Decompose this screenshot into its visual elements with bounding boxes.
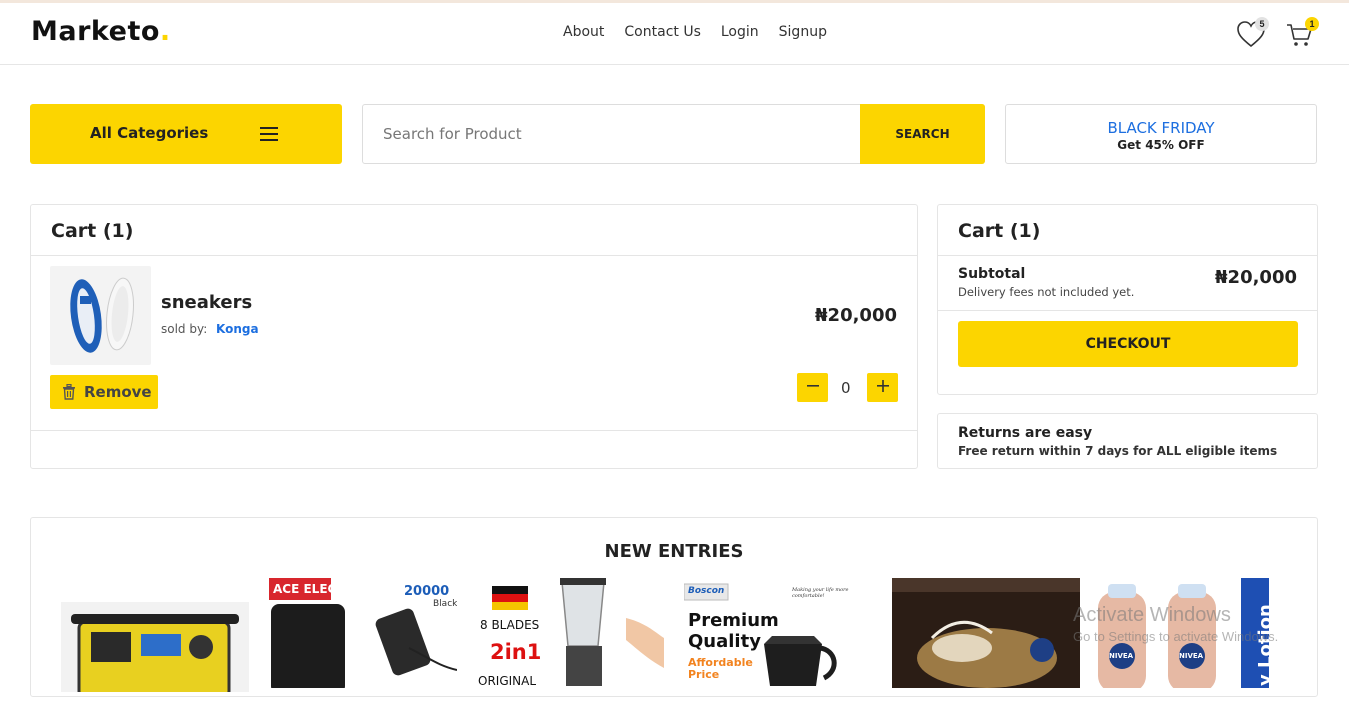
os-activation-watermark: Activate Windows Go to Settings to activ… (1073, 604, 1278, 644)
sneaker-image (70, 277, 134, 353)
delivery-note: Delivery fees not included yet. (958, 285, 1135, 299)
black-friday-promo[interactable]: BLACK FRIDAY Get 45% OFF (1005, 104, 1317, 164)
nav-login-link[interactable]: Login (721, 24, 759, 40)
blender-blades-text: 8 BLADES (480, 618, 540, 632)
kettle-quality-text: Quality (688, 631, 761, 652)
divider (31, 430, 917, 431)
watermark-line-1: Activate Windows (1073, 604, 1231, 626)
returns-detail: Free return within 7 days for ALL eligib… (958, 444, 1278, 458)
powerbank-brand-text: ACE ELEC (273, 582, 337, 596)
all-categories-label: All Categories (90, 124, 209, 142)
nav-contact-link[interactable]: Contact Us (624, 24, 700, 40)
blender-image (476, 578, 664, 688)
seller-link[interactable]: Konga (216, 322, 259, 336)
product-image[interactable] (50, 266, 151, 365)
new-entries-title: NEW ENTRIES (604, 541, 744, 562)
divider (938, 255, 1317, 256)
product-card-powerbank[interactable]: ACE ELEC 20000 Black (269, 578, 457, 688)
trash-icon (63, 384, 75, 400)
product-card-blender[interactable]: 8 BLADES 2in1 ORIGINAL (476, 578, 664, 688)
divider (31, 255, 917, 256)
promo-subtitle: Get 45% OFF (1117, 138, 1205, 152)
remove-button[interactable]: Remove (50, 375, 158, 409)
wishlist-button[interactable]: 5 (1235, 17, 1269, 49)
quantity-value: 0 (841, 379, 851, 397)
nivea-label-left: NIVEA (1109, 652, 1134, 660)
powerbank-capacity-text: 20000 (404, 584, 450, 599)
promo-title: BLACK FRIDAY (1107, 119, 1215, 137)
product-card-generator[interactable] (61, 602, 249, 712)
generator-image (61, 602, 249, 699)
brand-logo[interactable]: Marketo. (31, 16, 171, 47)
increase-quantity-button[interactable] (867, 373, 898, 402)
kettle-price-text: Price (688, 668, 720, 681)
sold-by-label: sold by: (161, 322, 208, 336)
remove-label: Remove (84, 383, 152, 401)
all-categories-button[interactable]: All Categories (30, 104, 342, 164)
nav-signup-link[interactable]: Signup (779, 24, 827, 40)
product-card-shoe[interactable] (892, 578, 1080, 688)
product-name[interactable]: sneakers (161, 292, 252, 313)
search-input[interactable] (363, 105, 860, 163)
cart-panel: Cart (1) sneakers sold by: Konga ₦20,000… (30, 204, 918, 469)
returns-title: Returns are easy (958, 425, 1093, 441)
kettle-premium-text: Premium (688, 610, 779, 631)
minus-icon (806, 385, 819, 387)
plus-icon (876, 380, 889, 392)
subtotal-value: ₦20,000 (1215, 267, 1297, 288)
wishlist-count-badge: 5 (1255, 17, 1269, 31)
shoe-image (892, 578, 1080, 688)
blender-2in1-text: 2in1 (490, 640, 542, 664)
blender-original-text: ORIGINAL (478, 674, 537, 688)
summary-title: Cart (1) (958, 220, 1041, 242)
main-nav: About Contact Us Login Signup (563, 24, 827, 40)
checkout-button[interactable]: CHECKOUT (958, 321, 1298, 367)
product-card-kettle[interactable]: Boscon Making your life more comfortable… (684, 578, 872, 688)
kettle-tagline-text: Making your life more comfortable! (792, 587, 849, 599)
powerbank-color-text: Black (433, 599, 457, 609)
hamburger-icon (260, 127, 278, 141)
search-bar: SEARCH (362, 104, 985, 164)
kettle-brand-text: Boscon (688, 586, 725, 596)
cart-button[interactable]: 1 (1285, 17, 1319, 49)
returns-info-panel: Returns are easy Free return within 7 da… (937, 413, 1318, 469)
cart-title: Cart (1) (51, 220, 134, 242)
subtotal-label: Subtotal (958, 266, 1026, 282)
cart-count-badge: 1 (1305, 17, 1319, 31)
nav-about-link[interactable]: About (563, 24, 604, 40)
product-price: ₦20,000 (815, 305, 897, 326)
divider (938, 310, 1317, 311)
nivea-label-right: NIVEA (1179, 652, 1204, 660)
decrease-quantity-button[interactable] (797, 373, 828, 402)
cart-summary-panel: Cart (1) Subtotal Delivery fees not incl… (937, 204, 1318, 395)
search-button[interactable]: SEARCH (860, 104, 985, 164)
site-header: Marketo. About Contact Us Login Signup 5… (0, 3, 1349, 65)
watermark-line-2: Go to Settings to activate Windows. (1073, 629, 1279, 644)
